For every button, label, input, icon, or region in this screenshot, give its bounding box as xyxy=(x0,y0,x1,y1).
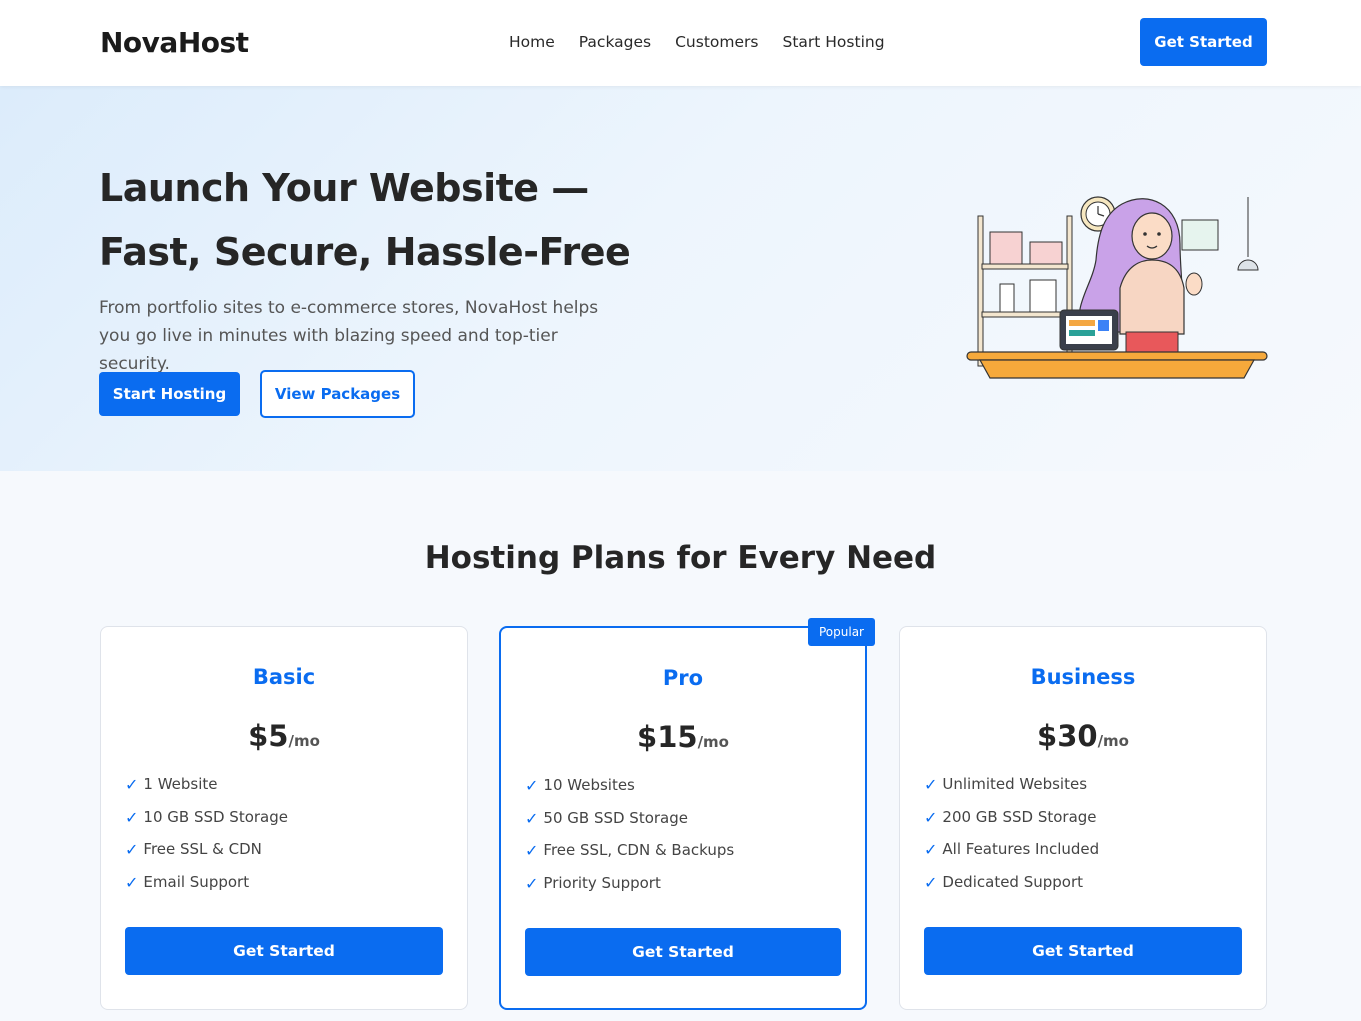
check-icon: ✓ xyxy=(924,872,938,892)
price-amount: $5 xyxy=(248,719,289,753)
check-icon: ✓ xyxy=(125,840,139,859)
plans-title: Hosting Plans for Every Need xyxy=(424,540,937,576)
logo[interactable]: NovaHost xyxy=(100,26,249,59)
price-amount: $30 xyxy=(1037,719,1098,753)
feature-item: ✓ Dedicated Support xyxy=(924,872,1084,892)
check-icon: ✓ xyxy=(525,808,539,828)
popular-badge: Popular xyxy=(808,618,875,646)
feature-item: ✓ Unlimited Websites xyxy=(924,775,1088,794)
header-get-started-button[interactable]: Get Started xyxy=(1140,18,1267,66)
pro-get-started-button[interactable]: Get Started xyxy=(525,928,841,976)
plan-name: Pro xyxy=(662,666,704,690)
woman-at-desk-illustration xyxy=(966,196,1268,379)
start-hosting-button[interactable]: Start Hosting xyxy=(99,372,240,416)
feature-item: ✓ 50 GB SSD Storage xyxy=(525,808,688,828)
feature-item: ✓ Email Support xyxy=(125,872,250,892)
check-icon: ✓ xyxy=(525,776,539,795)
plan-card-pro: Popular Pro $15/mo ✓ 10 Websites ✓ 50 GB S… xyxy=(499,618,875,1010)
plan-card-basic: Basic $5/mo ✓ 1 Website ✓ 10 GB SSD Storag… xyxy=(100,626,468,1010)
check-icon: ✓ xyxy=(125,807,139,827)
check-icon: ✓ xyxy=(125,872,139,892)
plan-price: $30/mo xyxy=(900,719,1266,753)
feature-item: ✓ 200 GB SSD Storage xyxy=(924,807,1097,827)
plan-price: $15/mo xyxy=(501,720,865,754)
hero-title-line2: Fast, Secure, Hassle-Free xyxy=(99,230,631,274)
site-header: NovaHost Home Packages Customers Start H… xyxy=(0,0,1361,86)
check-icon: ✓ xyxy=(924,840,938,859)
feature-list: ✓ 1 Website ✓ 10 GB SSD Storage ✓ Free SSL … xyxy=(125,775,288,905)
plan-name: Business xyxy=(1030,665,1136,689)
feature-list: ✓ Unlimited Websites ✓ 200 GB SSD Storage … xyxy=(924,775,1099,905)
business-get-started-button[interactable]: Get Started xyxy=(924,927,1242,975)
price-period: /mo xyxy=(288,732,320,750)
nav-packages[interactable]: Packages xyxy=(579,33,651,51)
price-period: /mo xyxy=(1097,732,1129,750)
check-icon: ✓ xyxy=(525,873,539,893)
nav-customers[interactable]: Customers xyxy=(675,33,758,51)
feature-item: ✓ 1 Website xyxy=(125,775,218,794)
nav-start-hosting[interactable]: Start Hosting xyxy=(782,33,884,51)
feature-item: ✓ 10 GB SSD Storage xyxy=(125,807,288,827)
nav-home[interactable]: Home xyxy=(509,33,555,51)
feature-list: ✓ 10 Websites ✓ 50 GB SSD Storage ✓ Free SS… xyxy=(525,776,734,906)
check-icon: ✓ xyxy=(125,775,139,794)
feature-item: ✓ Free SSL, CDN & Backups xyxy=(525,841,735,860)
price-period: /mo xyxy=(697,733,729,751)
plan-price: $5/mo xyxy=(101,719,467,753)
check-icon: ✓ xyxy=(924,807,938,827)
hero-title-line1: Launch Your Website — xyxy=(99,166,589,210)
hero-title: Launch Your Website — Fast, Secure, Hass… xyxy=(99,156,719,284)
main-nav: Home Packages Customers Start Hosting xyxy=(509,33,885,51)
plan-card-business: Business $30/mo ✓ Unlimited Websites ✓ 200… xyxy=(899,626,1267,1010)
basic-get-started-button[interactable]: Get Started xyxy=(125,927,443,975)
feature-item: ✓ 10 Websites xyxy=(525,776,635,795)
price-amount: $15 xyxy=(637,720,698,754)
feature-item: ✓ Priority Support xyxy=(525,873,661,893)
plan-name: Basic xyxy=(252,665,316,689)
feature-item: ✓ Free SSL & CDN xyxy=(125,840,262,859)
view-packages-button[interactable]: View Packages xyxy=(260,370,415,418)
feature-item: ✓ All Features Included xyxy=(924,840,1100,859)
check-icon: ✓ xyxy=(924,775,938,794)
hero-description: From portfolio sites to e-commerce store… xyxy=(99,298,599,374)
hero-section: Launch Your Website — Fast, Secure, Hass… xyxy=(0,86,1361,471)
check-icon: ✓ xyxy=(525,841,539,860)
